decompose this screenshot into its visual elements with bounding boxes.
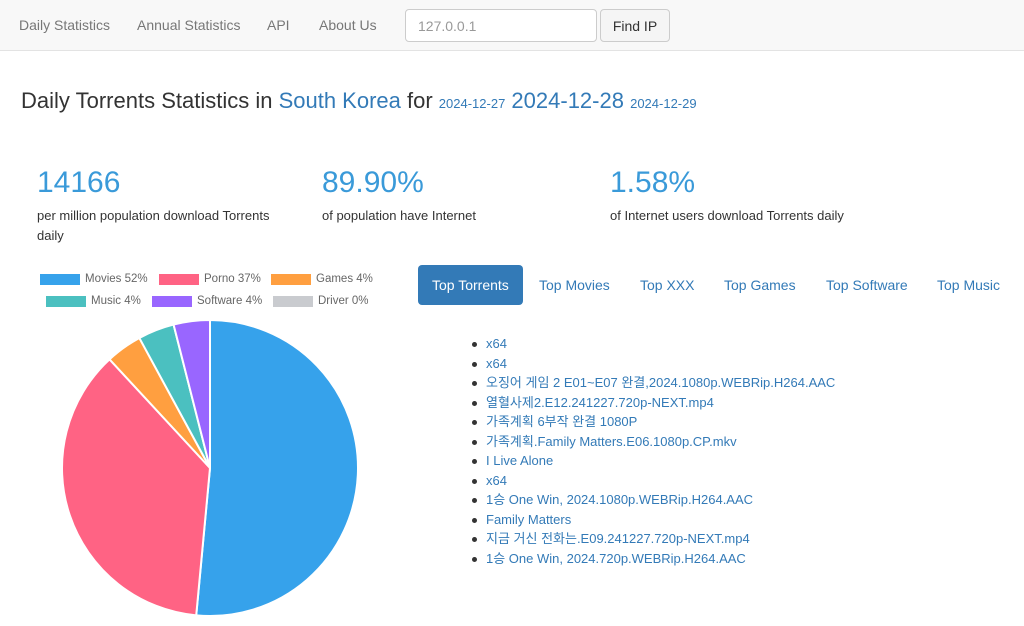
torrent-link[interactable]: 지금 거신 전화는.E09.241227.720p-NEXT.mp4 <box>486 531 750 546</box>
country-link[interactable]: South Korea <box>279 88 401 113</box>
torrent-link[interactable]: 가족계획.Family Matters.E06.1080p.CP.mkv <box>486 434 737 449</box>
stat-internet-population: 89.90% <box>322 166 424 199</box>
tab-top-software[interactable]: Top Software <box>826 265 908 305</box>
stat-torrent-users: 1.58% <box>610 166 696 199</box>
category-pie-chart <box>61 318 359 617</box>
bullet-icon <box>472 478 477 484</box>
stat-downloads-desc: per million population download Torrents… <box>37 208 270 243</box>
torrent-list-item[interactable]: 열혈사제2.E12.241227.720p-NEXT.mp4 <box>470 393 835 413</box>
legend-label: Driver 0% <box>318 295 369 307</box>
bullet-icon <box>472 498 477 503</box>
legend-label: Movies 52% <box>85 273 148 285</box>
torrent-list-item[interactable]: 지금 거신 전화는.E09.241227.720p-NEXT.mp4 <box>470 529 835 549</box>
torrent-list: x64 x64 오징어 게임 2 E01~E07 완결,2024.1080p.WEB… <box>470 334 835 568</box>
legend-swatch <box>271 274 311 285</box>
tab-top-movies[interactable]: Top Movies <box>539 265 610 305</box>
bullet-icon <box>472 381 477 386</box>
torrent-list-item[interactable]: 가족계획 6부작 완결 1080P <box>470 412 835 432</box>
tab-top-music[interactable]: Top Music <box>937 265 1000 305</box>
stat-torrent-desc: of Internet users download Torrents dail… <box>610 208 844 223</box>
legend-label: Porno 37% <box>204 273 261 285</box>
stat-downloads-per-million: 14166 <box>37 166 121 199</box>
bullet-icon <box>472 342 477 347</box>
torrent-link[interactable]: x64 <box>486 473 507 488</box>
torrent-link[interactable]: x64 <box>486 336 507 351</box>
find-ip-button[interactable]: Find IP <box>600 9 670 42</box>
bullet-icon <box>472 400 477 406</box>
title-prefix: Daily Torrents Statistics in <box>21 88 279 113</box>
torrent-link[interactable]: 오징어 게임 2 E01~E07 완결,2024.1080p.WEBRip.H2… <box>486 375 835 390</box>
tab-top-xxx[interactable]: Top XXX <box>640 265 694 305</box>
nav-daily-statistics[interactable]: Daily Statistics <box>19 17 110 33</box>
ip-search-input[interactable] <box>405 9 597 42</box>
tab-top-torrents[interactable]: Top Torrents <box>418 265 523 305</box>
bullet-icon <box>472 439 477 445</box>
torrent-list-item[interactable]: 1승 One Win, 2024.1080p.WEBRip.H264.AAC <box>470 490 835 510</box>
torrent-list-item[interactable]: 오징어 게임 2 E01~E07 완결,2024.1080p.WEBRip.H2… <box>470 373 835 393</box>
torrent-link[interactable]: 1승 One Win, 2024.1080p.WEBRip.H264.AAC <box>486 492 753 507</box>
torrent-link[interactable]: 열혈사제2.E12.241227.720p-NEXT.mp4 <box>486 395 714 410</box>
prev-date-link[interactable]: 2024-12-27 <box>439 96 506 111</box>
legend-swatch <box>46 296 86 307</box>
pie-slice-movies[interactable] <box>195 318 359 617</box>
bullet-icon <box>472 420 477 425</box>
stat-internet-desc: of population have Internet <box>322 208 476 223</box>
torrent-list-item[interactable]: 1승 One Win, 2024.720p.WEBRip.H264.AAC <box>470 549 835 569</box>
bullet-icon <box>472 556 477 562</box>
legend-swatch <box>40 274 80 285</box>
torrent-link[interactable]: 가족계획 6부작 완결 1080P <box>486 414 637 429</box>
page-title: Daily Torrents Statistics in South Korea… <box>21 88 697 114</box>
torrent-list-item[interactable]: Family Matters <box>470 510 835 530</box>
current-date[interactable]: 2024-12-28 <box>511 88 624 113</box>
torrent-link[interactable]: I Live Alone <box>486 453 553 468</box>
torrent-link[interactable]: 1승 One Win, 2024.720p.WEBRip.H264.AAC <box>486 551 746 566</box>
legend-swatch <box>159 274 199 285</box>
legend-swatch <box>273 296 313 307</box>
tab-top-games[interactable]: Top Games <box>724 265 796 305</box>
nav-about-us[interactable]: About Us <box>319 17 377 33</box>
legend-swatch <box>152 296 192 307</box>
nav-annual-statistics[interactable]: Annual Statistics <box>137 17 241 33</box>
next-date-link[interactable]: 2024-12-29 <box>630 96 697 111</box>
torrent-link[interactable]: x64 <box>486 356 507 371</box>
nav-api[interactable]: API <box>267 17 290 33</box>
navbar: Daily Statistics Annual Statistics API A… <box>0 0 1024 51</box>
bullet-icon <box>472 517 477 523</box>
torrent-list-item[interactable]: x64 <box>470 334 835 354</box>
torrent-list-item[interactable]: x64 <box>470 354 835 374</box>
torrent-link[interactable]: Family Matters <box>486 512 571 527</box>
torrent-list-item[interactable]: I Live Alone <box>470 451 835 471</box>
title-for: for <box>400 88 439 113</box>
torrent-list-item[interactable]: 가족계획.Family Matters.E06.1080p.CP.mkv <box>470 432 835 452</box>
bullet-icon <box>472 459 477 464</box>
legend-label: Music 4% <box>91 295 141 307</box>
legend-label: Games 4% <box>316 273 373 285</box>
legend-label: Software 4% <box>197 295 263 307</box>
torrent-list-item[interactable]: x64 <box>470 471 835 491</box>
bullet-icon <box>472 361 477 367</box>
bullet-icon <box>472 537 477 542</box>
